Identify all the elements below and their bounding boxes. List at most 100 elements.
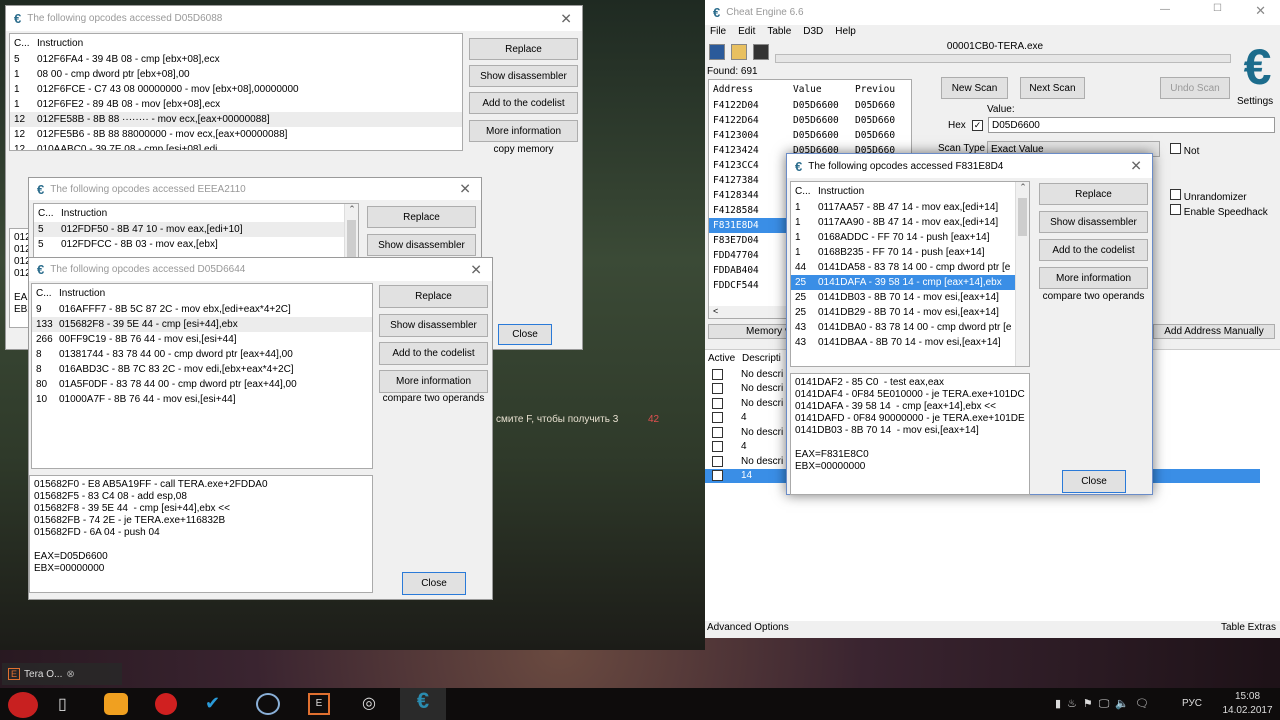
tera-launcher-icon[interactable]: E [308,693,330,715]
add-to-codelist-button[interactable]: Add to the codelist [379,342,488,365]
next-scan-button[interactable]: Next Scan [1020,77,1085,99]
more-information-button[interactable]: More information [379,370,488,393]
list-row[interactable]: 25 0141DB03 - 8B 70 14 - mov esi,[eax+14] [791,290,1029,305]
vertical-scrollbar[interactable]: ⌃ [1015,182,1029,366]
app-blue-icon[interactable]: ✔ [205,693,220,714]
scroll-thumb[interactable] [1018,198,1027,236]
unrandomizer-checkbox[interactable] [1170,189,1181,200]
hex-checkbox[interactable]: ✓ [972,120,983,131]
title-bar[interactable]: € The following opcodes accessed EEEA2110… [29,178,481,200]
app-red-icon[interactable] [155,693,177,715]
active-checkbox[interactable] [712,368,723,380]
taskbar-preview[interactable]: E Tera O... ⊗ [2,663,122,685]
open-process-icon[interactable] [709,44,725,60]
column-value[interactable]: Value [793,84,855,95]
column-previous[interactable]: Previou [855,84,895,95]
angry-birds-icon[interactable] [8,692,38,718]
system-tray-icons[interactable]: ▮♨⚑🖵🔈🗨 [1055,697,1155,711]
list-row[interactable]: 10 01000A7F - 8B 76 44 - mov esi,[esi+44] [32,392,372,407]
task-view-icon[interactable]: ▯ [58,694,67,714]
title-bar[interactable]: € The following opcodes accessed F831E8D4… [787,154,1152,178]
scroll-up-icon[interactable]: ⌃ [1016,182,1029,193]
list-row[interactable]: 80 01A5F0DF - 83 78 44 00 - cmp dword ptr… [32,377,372,392]
title-bar[interactable]: € The following opcodes accessed D05D6088… [6,6,582,31]
clock-time[interactable]: 15:08 [1220,691,1275,702]
list-row[interactable]: 1 012F6FE2 - 89 4B 08 - mov [ebx+08],ecx [10,97,462,112]
scroll-up-icon[interactable]: ⌃ [345,204,358,215]
speedhack-checkbox[interactable] [1170,204,1181,215]
menu-edit[interactable]: Edit [738,26,755,37]
list-row[interactable]: 5 012FDFCC - 8B 03 - mov eax,[ebx] [34,237,358,252]
active-checkbox[interactable] [712,470,723,482]
replace-button[interactable]: Replace [367,206,476,228]
replace-button[interactable]: Replace [469,38,578,60]
replace-button[interactable]: Replace [1039,183,1148,205]
not-option[interactable]: Not [1170,143,1199,157]
show-disassembler-button[interactable]: Show disassembler [469,65,578,87]
more-information-button[interactable]: More information [1039,267,1148,289]
obs-icon[interactable]: ◎ [362,693,376,713]
close-button[interactable]: Close [402,572,466,595]
show-disassembler-button[interactable]: Show disassembler [1039,211,1148,233]
column-instruction[interactable]: Instruction [818,186,864,197]
list-row[interactable]: 12 010AABC0 - 39 7E 08 - cmp [esi+08],edi [10,142,462,150]
active-checkbox[interactable] [712,426,723,438]
list-row[interactable]: 5 012F6FA4 - 39 4B 08 - cmp [ebx+08],ecx [10,52,462,67]
list-row[interactable]: 44 0141DA58 - 83 78 14 00 - cmp dword ptr… [791,260,1029,275]
close-icon[interactable]: ✕ [459,181,471,198]
menu-table[interactable]: Table [767,26,791,37]
not-checkbox[interactable] [1170,143,1181,154]
menu-d3d[interactable]: D3D [803,26,823,37]
settings-label[interactable]: Settings [1237,96,1273,107]
column-instruction[interactable]: Instruction [59,288,105,299]
add-address-manually-button[interactable]: Add Address Manually [1153,324,1275,339]
list-row[interactable]: 5 012FDF50 - 8B 47 10 - mov eax,[edi+10] [34,222,358,237]
list-row[interactable]: 12 012FE58B - 8B 88 ········ - mov ecx,[e… [10,112,462,127]
list-row[interactable]: 1 08 00 - cmp dword ptr [ebx+08],00 [10,67,462,82]
active-checkbox[interactable] [712,412,723,424]
language-indicator[interactable]: РУС [1182,698,1202,709]
list-row[interactable]: 8 016ABD3C - 8B 7C 83 2C - mov edi,[ebx+e… [32,362,372,377]
column-description[interactable]: Descripti [742,353,781,364]
list-row[interactable]: 12 012FE5B6 - 8B 88 88000000 - mov ecx,[e… [10,127,462,142]
list-row[interactable]: 1 0117AA57 - 8B 47 14 - mov eax,[edi+14] [791,200,1029,215]
active-checkbox[interactable] [712,455,723,467]
list-row[interactable]: 266 00FF9C19 - 8B 76 44 - mov esi,[esi+44… [32,332,372,347]
menu-help[interactable]: Help [835,26,856,37]
list-row[interactable]: 1 0168B235 - FF 70 14 - push [eax+14] [791,245,1029,260]
close-icon[interactable]: ✕ [560,10,572,27]
minimize-icon[interactable]: — [1160,4,1170,15]
add-to-codelist-button[interactable]: Add to the codelist [469,92,578,114]
active-checkbox[interactable] [712,383,723,395]
column-count[interactable]: C... [34,208,61,219]
advanced-options-link[interactable]: Advanced Options [707,622,789,633]
app-globe-icon[interactable] [256,693,280,715]
more-information-button[interactable]: More information [469,120,578,142]
menu-file[interactable]: File [710,26,726,37]
cheat-engine-logo[interactable]: € [1235,38,1280,96]
show-disassembler-button[interactable]: Show disassembler [367,234,476,256]
list-row[interactable]: 1 012F6FCE - C7 43 08 00000000 - mov [ebx… [10,82,462,97]
column-active[interactable]: Active [708,353,735,364]
cheat-engine-taskbar-icon[interactable]: € [400,688,446,720]
show-disassembler-button[interactable]: Show disassembler [379,314,488,337]
column-count[interactable]: C... [10,38,37,49]
column-count[interactable]: C... [791,186,818,197]
add-to-codelist-button[interactable]: Add to the codelist [1039,239,1148,261]
list-row[interactable]: 43 0141DBA0 - 83 78 14 00 - cmp dword ptr… [791,320,1029,335]
list-row[interactable]: 133 015682F8 - 39 5E 44 - cmp [esi+44],eb… [32,317,372,332]
open-folder-icon[interactable] [731,44,747,60]
list-row[interactable]: 43 0141DBAA - 8B 70 14 - mov esi,[eax+14] [791,335,1029,350]
unrandomizer-option[interactable]: Unrandomizer [1170,189,1247,203]
value-input[interactable]: D05D6600 [988,117,1275,133]
close-icon[interactable]: ✕ [470,261,482,278]
list-row[interactable]: 8 01381744 - 83 78 44 00 - cmp dword ptr … [32,347,372,362]
address-row[interactable]: F4122D64 D05D6600 D05D660 [709,113,911,128]
column-count[interactable]: C... [32,288,59,299]
close-button[interactable]: Close [1062,470,1126,493]
table-extras-link[interactable]: Table Extras [1221,622,1276,633]
uc-browser-icon[interactable] [104,693,128,715]
list-row[interactable]: 1 0117AA90 - 8B 47 14 - mov eax,[edi+14] [791,215,1029,230]
close-icon[interactable]: ✕ [1255,3,1266,19]
close-icon[interactable]: ✕ [1130,158,1142,175]
